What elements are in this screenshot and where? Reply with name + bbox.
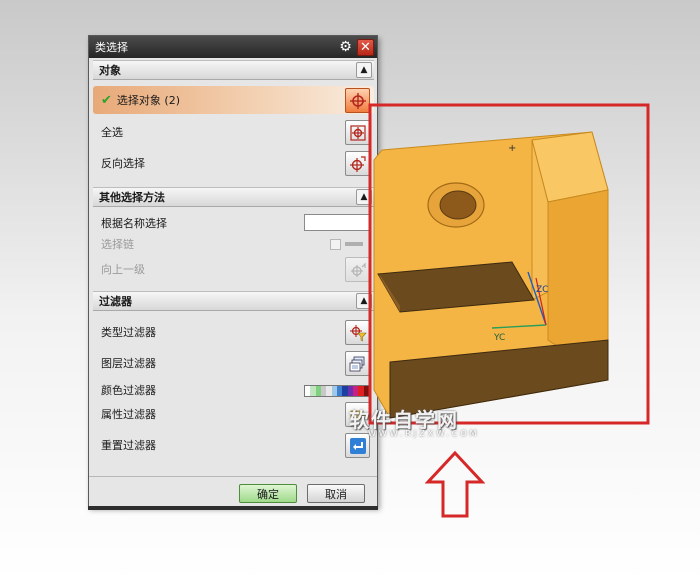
- dialog-footer: 确定 取消: [89, 476, 377, 506]
- part-hole-inner: [439, 190, 477, 220]
- type-filter-row[interactable]: 类型过滤器: [93, 318, 374, 346]
- up-one-level-label: 向上一级: [101, 263, 145, 276]
- attribute-filter-label: 属性过滤器: [101, 408, 156, 421]
- cancel-button[interactable]: 取消: [307, 484, 365, 503]
- section-title-filter: 过滤器: [99, 295, 132, 308]
- dialog-titlebar[interactable]: 类选择 ⚙ ✕: [89, 36, 377, 58]
- yc-axis-label: YC: [493, 333, 505, 343]
- type-filter-label: 类型过滤器: [101, 326, 156, 339]
- reset-filter-row[interactable]: 重置过滤器: [93, 431, 374, 459]
- dialog-bottom-edge: [88, 506, 378, 510]
- select-chain-label: 选择链: [101, 238, 134, 251]
- color-filter-label: 颜色过滤器: [101, 384, 156, 397]
- collapse-object-button[interactable]: ▲: [356, 62, 372, 78]
- select-chain-row: 选择链: [93, 230, 374, 258]
- select-all-label: 全选: [101, 126, 123, 139]
- section-header-other-methods[interactable]: 其他选择方法 ▲: [93, 187, 374, 207]
- annotation-up-arrow-icon: [425, 450, 485, 518]
- attribute-filter-row[interactable]: 属性过滤器: [93, 400, 374, 428]
- select-all-row[interactable]: 全选: [93, 118, 374, 146]
- point-marker-icon: +: [508, 143, 516, 154]
- invert-selection-row[interactable]: 反向选择: [93, 149, 374, 177]
- section-title-other-methods: 其他选择方法: [99, 191, 165, 204]
- select-object-row[interactable]: ✔ 选择对象 (2): [93, 86, 374, 114]
- dialog-title: 类选择: [95, 41, 128, 54]
- close-icon[interactable]: ✕: [357, 38, 374, 56]
- zc-axis-label: ZC: [536, 285, 548, 295]
- invert-selection-label: 反向选择: [101, 157, 145, 170]
- chevron-up-icon: ▲: [360, 65, 368, 75]
- section-title-object: 对象: [99, 64, 121, 77]
- layer-filter-label: 图层过滤器: [101, 357, 156, 370]
- up-one-level-row: 向上一级: [93, 255, 374, 283]
- layer-filter-row[interactable]: 图层过滤器: [93, 349, 374, 377]
- reset-filter-label: 重置过滤器: [101, 439, 156, 452]
- select-by-name-label: 根据名称选择: [101, 217, 167, 230]
- section-header-object[interactable]: 对象 ▲: [93, 60, 374, 80]
- checkmark-icon: ✔: [101, 92, 112, 108]
- reset-filter-button[interactable]: [345, 433, 370, 458]
- checkbox-icon: [330, 238, 341, 250]
- class-selection-dialog: 类选择 ⚙ ✕ 对象 ▲ ✔ 选择对象 (2) 全选 反向选择 其他选择方法 ▲…: [88, 35, 378, 510]
- watermark-url: WWW.RJZXW.COM: [368, 429, 480, 438]
- reset-arrow-icon: [349, 437, 366, 454]
- section-header-filter[interactable]: 过滤器 ▲: [93, 291, 374, 311]
- select-object-label: 选择对象 (2): [116, 94, 180, 107]
- 3d-viewport[interactable]: + ZC YC: [360, 100, 660, 430]
- gear-icon[interactable]: ⚙: [337, 39, 354, 56]
- ok-button[interactable]: 确定: [239, 484, 297, 503]
